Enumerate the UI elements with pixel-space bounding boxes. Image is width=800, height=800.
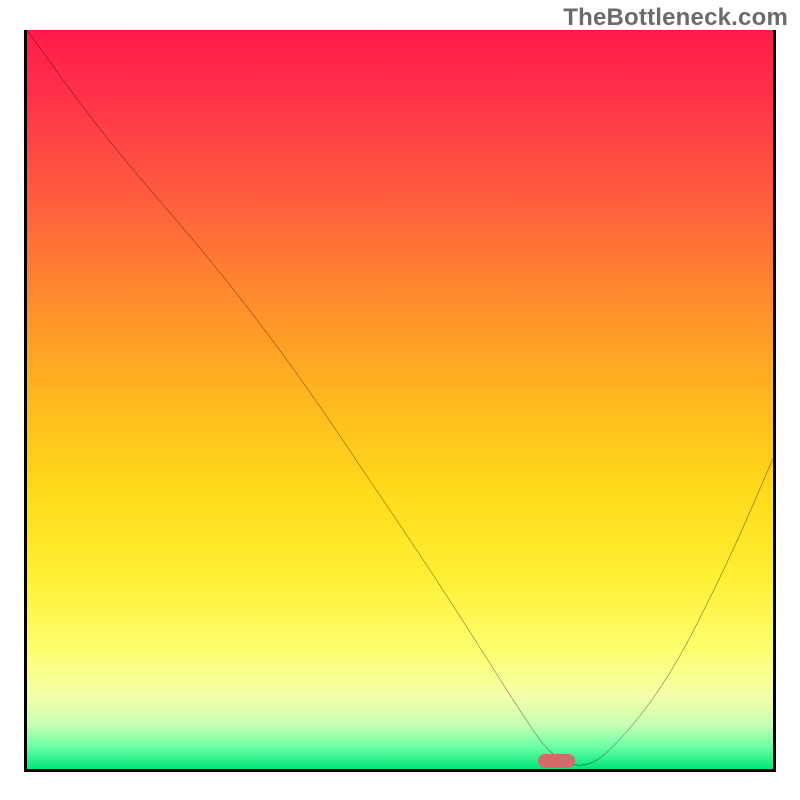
plot-area <box>24 30 776 772</box>
optimal-marker <box>538 754 575 768</box>
watermark-label: TheBottleneck.com <box>563 4 788 32</box>
chart-container: TheBottleneck.com <box>0 0 800 800</box>
bottleneck-curve <box>27 30 773 765</box>
curve-svg <box>27 30 773 769</box>
